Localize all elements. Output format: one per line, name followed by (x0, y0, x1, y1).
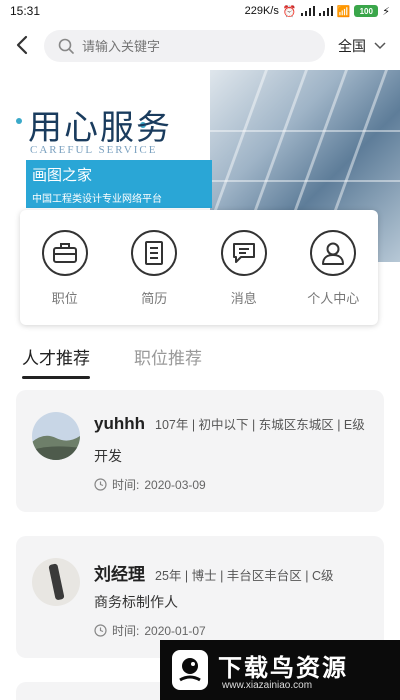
region-selector[interactable]: 全国 (338, 36, 386, 56)
menu-item-jobs[interactable]: 职位 (30, 230, 100, 325)
avatar (32, 412, 80, 460)
talent-meta: 107年 | 初中以下 | 东城区东城区 | E级 (155, 418, 365, 432)
talent-time: 时间: 2020-03-09 (94, 476, 206, 493)
banner-subtitle: CAREFUL SERVICE (30, 144, 158, 156)
tab-jobs[interactable]: 职位推荐 (134, 344, 202, 379)
alarm-icon: ⏰ (282, 5, 297, 18)
menu-label: 个人中心 (307, 291, 360, 306)
clock-icon (94, 478, 107, 491)
menu-label: 简历 (141, 291, 168, 306)
recommend-tabs: 人才推荐 职位推荐 (22, 344, 202, 379)
back-icon[interactable] (12, 34, 34, 56)
battery-icon: 100 (354, 5, 379, 17)
time-value: 2020-01-07 (144, 623, 206, 638)
tab-talent[interactable]: 人才推荐 (22, 344, 90, 379)
user-icon (310, 230, 357, 276)
search-bar[interactable] (44, 30, 325, 62)
status-indicators: 229K/s ⏰ 📶 100 ⚡ (245, 5, 390, 18)
briefcase-icon (41, 230, 88, 276)
talent-name: yuhhh (94, 414, 145, 433)
talent-card[interactable]: yuhhh 107年 | 初中以下 | 东城区东城区 | E级 开发 时间: 2… (16, 390, 384, 512)
status-time: 15:31 (10, 4, 41, 18)
talent-time: 时间: 2020-01-07 (94, 622, 206, 639)
message-icon (220, 230, 267, 276)
top-bar: 全国 (0, 28, 400, 64)
charging-icon: ⚡ (382, 5, 390, 18)
signal-icon (300, 6, 315, 16)
talent-meta: 25年 | 博士 | 丰台区丰台区 | C级 (155, 569, 334, 583)
talent-job: 商务标制作人 (94, 594, 178, 610)
talent-name: 刘经理 (94, 565, 145, 584)
status-bar: 15:31 229K/s ⏰ 📶 100 ⚡ (0, 0, 400, 22)
talent-job: 开发 (94, 448, 122, 464)
region-label: 全国 (338, 38, 366, 54)
bird-logo-icon (172, 650, 208, 690)
search-icon (58, 38, 74, 54)
menu-item-profile[interactable]: 个人中心 (298, 230, 368, 325)
time-label: 时间: (112, 624, 140, 638)
brand-box: 画图之家 中国工程类设计专业网络平台 (26, 160, 212, 208)
document-icon (131, 230, 178, 276)
time-label: 时间: (112, 478, 140, 492)
chevron-down-icon (374, 42, 386, 50)
watermark-title: 下载鸟资源 (218, 655, 348, 682)
signal-icon-2 (318, 6, 333, 16)
network-speed: 229K/s (244, 5, 279, 17)
clock-icon (94, 624, 107, 637)
watermark: 下载鸟资源 www.xiazainiao.com (160, 640, 400, 700)
watermark-url: www.xiazainiao.com (222, 680, 313, 691)
time-value: 2020-03-09 (144, 477, 206, 492)
wifi-icon: 📶 (336, 5, 351, 18)
menu-item-resume[interactable]: 简历 (119, 230, 189, 325)
quick-menu: 职位 简历 消息 个人中心 (20, 210, 378, 325)
brand-slogan: 中国工程类设计专业网络平台 (32, 194, 162, 205)
menu-label: 职位 (51, 291, 78, 306)
avatar (32, 558, 80, 606)
brand-name: 画图之家 (32, 167, 93, 184)
menu-label: 消息 (230, 291, 257, 306)
banner-title: 用心服务 (28, 108, 172, 148)
search-input[interactable] (82, 38, 282, 54)
menu-item-messages[interactable]: 消息 (209, 230, 279, 325)
